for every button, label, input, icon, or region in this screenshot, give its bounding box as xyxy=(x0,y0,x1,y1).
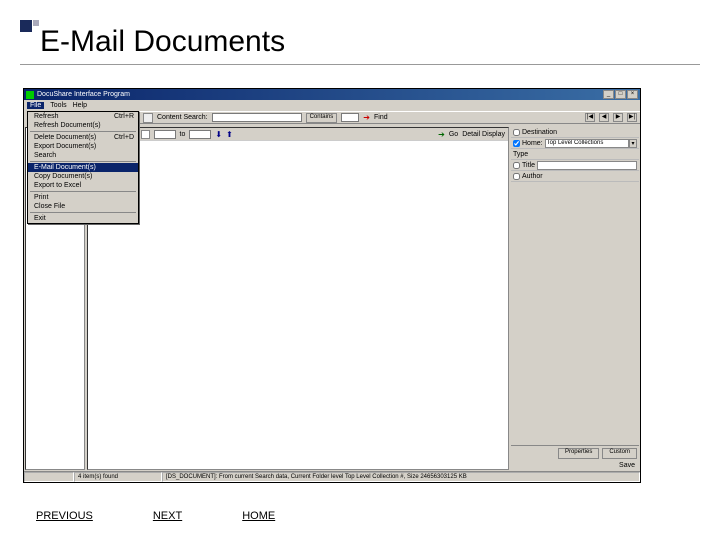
nav-first-button[interactable]: |◀ xyxy=(585,113,595,122)
menu-item-copy-docs[interactable]: Copy Document(s) xyxy=(28,172,138,181)
properties-footer: Properties Custom xyxy=(511,445,639,461)
menu-item-print[interactable]: Print xyxy=(28,193,138,202)
menu-help[interactable]: Help xyxy=(73,102,87,109)
toolbar-main: Content Search: Contains ➔ Find |◀ ◀ ▶ ▶… xyxy=(140,111,640,124)
sort-up-icon[interactable]: ⬆ xyxy=(226,130,233,139)
refresh-icon[interactable] xyxy=(143,113,153,123)
toolbar-range: Display Range to ⬇ ⬆ ➔ Go Detail Display xyxy=(88,128,508,141)
nav-prev-button[interactable]: ◀ xyxy=(599,113,609,122)
prop-title-checkbox[interactable] xyxy=(513,162,520,169)
slide-title: E-Mail Documents xyxy=(40,25,285,59)
menu-item-export-excel[interactable]: Export to Excel xyxy=(28,181,138,190)
statusbar: 4 item(s) found [DS_DOCUMENT]: From curr… xyxy=(24,471,640,482)
properties-button[interactable]: Properties xyxy=(558,448,599,459)
close-button[interactable]: × xyxy=(627,90,638,99)
slide-accent-square-small xyxy=(33,20,39,26)
prop-row-author: Author xyxy=(511,171,639,182)
maximize-button[interactable]: □ xyxy=(615,90,626,99)
properties-pane: Destination Home: Top Level Collections … xyxy=(511,127,639,470)
range-lock-icon[interactable] xyxy=(141,130,150,139)
minimize-button[interactable]: _ xyxy=(603,90,614,99)
menu-item-delete-docs[interactable]: Delete Document(s) Ctrl+D xyxy=(28,133,138,142)
menu-item-refresh[interactable]: Refresh Ctrl+R xyxy=(28,112,138,121)
find-label[interactable]: Find xyxy=(374,114,388,121)
menu-separator xyxy=(30,161,136,162)
prop-author-label: Author xyxy=(522,173,543,180)
prop-row-title: Title xyxy=(511,160,639,171)
go-arrow-icon: ➔ xyxy=(438,130,445,139)
status-blank xyxy=(24,472,74,482)
previous-link[interactable]: PREVIOUS xyxy=(36,510,93,522)
home-link[interactable]: HOME xyxy=(242,510,275,522)
save-row: Save xyxy=(511,461,639,470)
menu-item-close-file[interactable]: Close File xyxy=(28,202,138,211)
prop-row-type: Type xyxy=(511,149,639,160)
menu-tools[interactable]: Tools xyxy=(50,102,66,109)
app-icon xyxy=(26,91,34,99)
status-count: 4 item(s) found xyxy=(74,472,162,482)
menu-separator xyxy=(30,212,136,213)
menu-item-exit[interactable]: Exit xyxy=(28,214,138,223)
docushare-window: DocuShare Interface Program _ □ × File T… xyxy=(23,88,641,483)
slide-title-underline xyxy=(20,64,700,65)
prop-row-home: Home: Top Level Collections ▾ xyxy=(511,138,639,149)
nav-next-button[interactable]: ▶ xyxy=(613,113,623,122)
menu-item-search[interactable]: Search xyxy=(28,151,138,160)
range-from-input[interactable] xyxy=(154,130,176,139)
nav-last-button[interactable]: ▶| xyxy=(627,113,637,122)
contains-button[interactable]: Contains xyxy=(306,113,338,123)
find-arrow-icon: ➔ xyxy=(363,113,370,122)
prop-title-label: Title xyxy=(522,162,535,169)
prop-home-value[interactable]: Top Level Collections xyxy=(545,139,629,148)
menubar: File Tools Help xyxy=(24,100,640,111)
range-to-label: to xyxy=(180,131,186,138)
menu-item-export-docs[interactable]: Export Document(s) xyxy=(28,142,138,151)
prop-row-destination: Destination xyxy=(511,127,639,138)
sort-down-icon[interactable]: ⬇ xyxy=(215,130,222,139)
save-label[interactable]: Save xyxy=(619,462,635,469)
prop-destination-label: Destination xyxy=(522,129,557,136)
content-search-label: Content Search: xyxy=(157,114,208,121)
menu-item-email-docs[interactable]: E-Mail Document(s) xyxy=(28,163,138,172)
list-pane[interactable]: Display Range to ⬇ ⬆ ➔ Go Detail Display xyxy=(87,127,509,470)
content-search-input[interactable] xyxy=(212,113,302,122)
search-mode-select[interactable] xyxy=(341,113,359,122)
prop-title-value[interactable] xyxy=(537,161,637,170)
prop-author-checkbox[interactable] xyxy=(513,173,520,180)
window-title: DocuShare Interface Program xyxy=(37,91,603,98)
window-titlebar[interactable]: DocuShare Interface Program _ □ × xyxy=(24,89,640,100)
menu-item-refresh-docs[interactable]: Refresh Document(s) xyxy=(28,121,138,130)
menu-separator xyxy=(30,191,136,192)
menu-file[interactable]: File xyxy=(27,102,44,109)
file-menu-dropdown: Refresh Ctrl+R Refresh Document(s) Delet… xyxy=(27,111,139,224)
prop-type-label: Type xyxy=(513,151,528,158)
prop-home-label: Home: xyxy=(522,140,543,147)
next-link[interactable]: NEXT xyxy=(153,510,182,522)
detail-display-label[interactable]: Detail Display xyxy=(462,131,505,138)
go-label[interactable]: Go xyxy=(449,131,458,138)
menu-separator xyxy=(30,131,136,132)
prop-home-dropdown[interactable]: ▾ xyxy=(629,139,637,148)
slide-footer-links: PREVIOUS NEXT HOME xyxy=(36,510,275,522)
slide-accent-square xyxy=(20,20,32,32)
prop-home-checkbox[interactable] xyxy=(513,140,520,147)
range-to-input[interactable] xyxy=(189,130,211,139)
prop-destination-checkbox[interactable] xyxy=(513,129,520,136)
custom-button[interactable]: Custom xyxy=(602,448,637,459)
status-message: [DS_DOCUMENT]: From current Search data,… xyxy=(162,472,640,482)
